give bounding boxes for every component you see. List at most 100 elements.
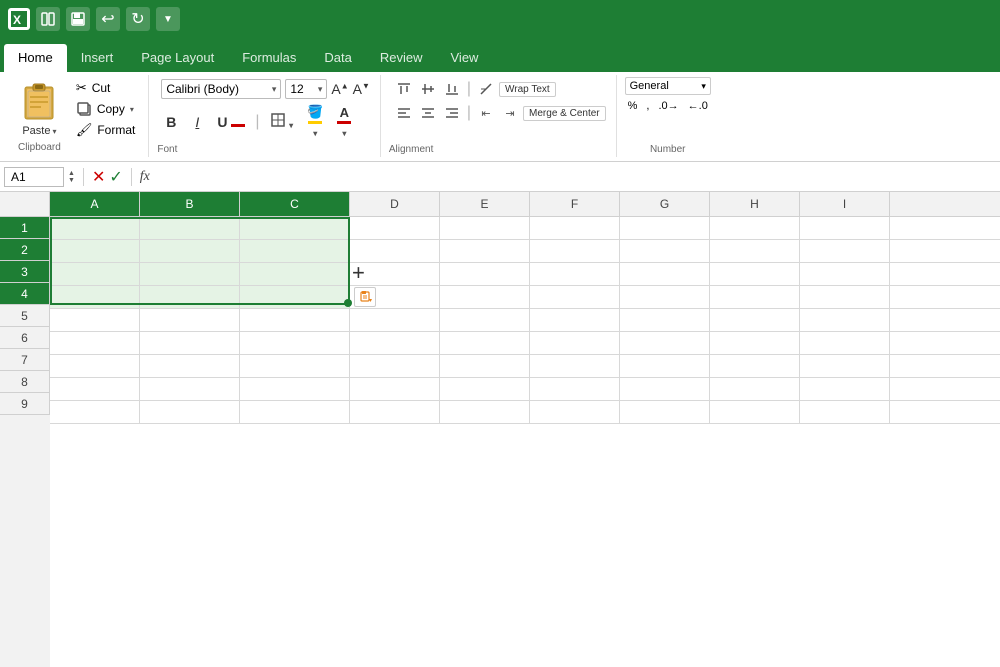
underline-button[interactable]: U [213, 113, 249, 131]
cell-g6[interactable] [620, 332, 710, 354]
cell-e3[interactable] [440, 263, 530, 285]
cell-i7[interactable] [800, 355, 890, 377]
cell-h1[interactable] [710, 217, 800, 239]
cell-d3[interactable]: + [350, 263, 440, 285]
cell-d7[interactable] [350, 355, 440, 377]
cell-g2[interactable] [620, 240, 710, 262]
cell-d1[interactable] [350, 217, 440, 239]
row-header-4[interactable]: 4 [0, 283, 50, 305]
cell-d6[interactable] [350, 332, 440, 354]
cell-f7[interactable] [530, 355, 620, 377]
tab-view[interactable]: View [437, 44, 493, 72]
col-header-i[interactable]: I [800, 192, 890, 216]
tab-page-layout[interactable]: Page Layout [127, 44, 228, 72]
cell-e8[interactable] [440, 378, 530, 400]
cell-ref-arrows[interactable]: ▲ ▼ [68, 170, 75, 184]
col-header-b[interactable]: B [140, 192, 240, 216]
cell-h5[interactable] [710, 309, 800, 331]
align-top-button[interactable] [393, 79, 415, 99]
cell-f8[interactable] [530, 378, 620, 400]
cell-e6[interactable] [440, 332, 530, 354]
cell-c7[interactable] [240, 355, 350, 377]
formula-input[interactable] [154, 169, 996, 184]
col-header-d[interactable]: D [350, 192, 440, 216]
decrease-indent-button[interactable]: ⇤ [475, 103, 497, 123]
save-button[interactable] [66, 7, 90, 31]
cell-b4[interactable] [140, 286, 240, 308]
cell-a5[interactable] [50, 309, 140, 331]
number-format-arrow[interactable]: ▾ [701, 81, 706, 92]
cut-button[interactable]: ✂ Cut [73, 79, 139, 97]
cell-a4[interactable] [50, 286, 140, 308]
font-size-dropdown-arrow[interactable]: ▾ [318, 84, 323, 95]
cell-c5[interactable] [240, 309, 350, 331]
cell-g3[interactable] [620, 263, 710, 285]
row-header-9[interactable]: 9 [0, 393, 50, 415]
copy-dropdown-arrow[interactable]: ▾ [130, 105, 134, 114]
tab-insert[interactable]: Insert [67, 44, 128, 72]
font-color-button[interactable]: A ▾ [333, 104, 355, 140]
cell-i8[interactable] [800, 378, 890, 400]
cell-f2[interactable] [530, 240, 620, 262]
cell-c8[interactable] [240, 378, 350, 400]
cell-b9[interactable] [140, 401, 240, 423]
cell-c2[interactable] [240, 240, 350, 262]
row-header-5[interactable]: 5 [0, 305, 50, 327]
cell-c6[interactable] [240, 332, 350, 354]
cell-a1[interactable] [50, 217, 140, 239]
fill-color-button[interactable]: 🪣 ▾ [303, 103, 327, 140]
col-header-e[interactable]: E [440, 192, 530, 216]
sidebar-toggle-button[interactable] [36, 7, 60, 31]
cell-a8[interactable] [50, 378, 140, 400]
increase-font-size-button[interactable]: A▲ [331, 81, 348, 97]
row-header-1[interactable]: 1 [0, 217, 50, 239]
cell-h8[interactable] [710, 378, 800, 400]
row-header-6[interactable]: 6 [0, 327, 50, 349]
cell-b7[interactable] [140, 355, 240, 377]
decrease-font-size-button[interactable]: A▼ [353, 81, 370, 97]
customize-quick-access-button[interactable]: ▼ [156, 7, 180, 31]
font-name-select[interactable]: Calibri (Body) ▾ [161, 79, 281, 99]
cell-h6[interactable] [710, 332, 800, 354]
increase-indent-button[interactable]: ⇥ [499, 103, 521, 123]
cell-g1[interactable] [620, 217, 710, 239]
col-header-g[interactable]: G [620, 192, 710, 216]
cell-i5[interactable] [800, 309, 890, 331]
borders-dropdown-arrow[interactable]: ▾ [289, 121, 293, 130]
cell-a9[interactable] [50, 401, 140, 423]
confirm-formula-button[interactable]: ✓ [109, 167, 122, 187]
cell-d5[interactable] [350, 309, 440, 331]
comma-button[interactable]: , [643, 99, 652, 113]
copy-button[interactable]: Copy ▾ [73, 100, 139, 118]
cell-b8[interactable] [140, 378, 240, 400]
cell-b3[interactable] [140, 263, 240, 285]
font-color-dropdown-arrow[interactable]: ▾ [342, 129, 346, 138]
paste-button[interactable] [19, 79, 59, 123]
paste-options-button[interactable] [354, 287, 376, 307]
format-painter-button[interactable]: 🖌 Format [73, 121, 139, 139]
number-format-select[interactable]: General ▾ [625, 77, 711, 95]
cell-i2[interactable] [800, 240, 890, 262]
align-middle-button[interactable] [417, 79, 439, 99]
cell-b6[interactable] [140, 332, 240, 354]
borders-button[interactable]: ▾ [266, 111, 298, 132]
cell-e7[interactable] [440, 355, 530, 377]
increase-decimal-button[interactable]: .0→ [655, 99, 681, 113]
cell-f3[interactable] [530, 263, 620, 285]
wrap-text-button[interactable]: Wrap Text [499, 82, 556, 97]
cell-c1[interactable] [240, 217, 350, 239]
cell-c3[interactable] [240, 263, 350, 285]
cell-d8[interactable] [350, 378, 440, 400]
fill-color-dropdown-arrow[interactable]: ▾ [313, 129, 317, 138]
cell-g8[interactable] [620, 378, 710, 400]
align-bottom-button[interactable] [441, 79, 463, 99]
cell-e2[interactable] [440, 240, 530, 262]
tab-data[interactable]: Data [310, 44, 365, 72]
cell-g7[interactable] [620, 355, 710, 377]
col-header-h[interactable]: H [710, 192, 800, 216]
tab-review[interactable]: Review [366, 44, 437, 72]
paste-dropdown-arrow[interactable]: ▾ [52, 127, 56, 136]
tab-formulas[interactable]: Formulas [228, 44, 310, 72]
cell-e5[interactable] [440, 309, 530, 331]
decrease-decimal-button[interactable]: ←.0 [685, 99, 711, 113]
